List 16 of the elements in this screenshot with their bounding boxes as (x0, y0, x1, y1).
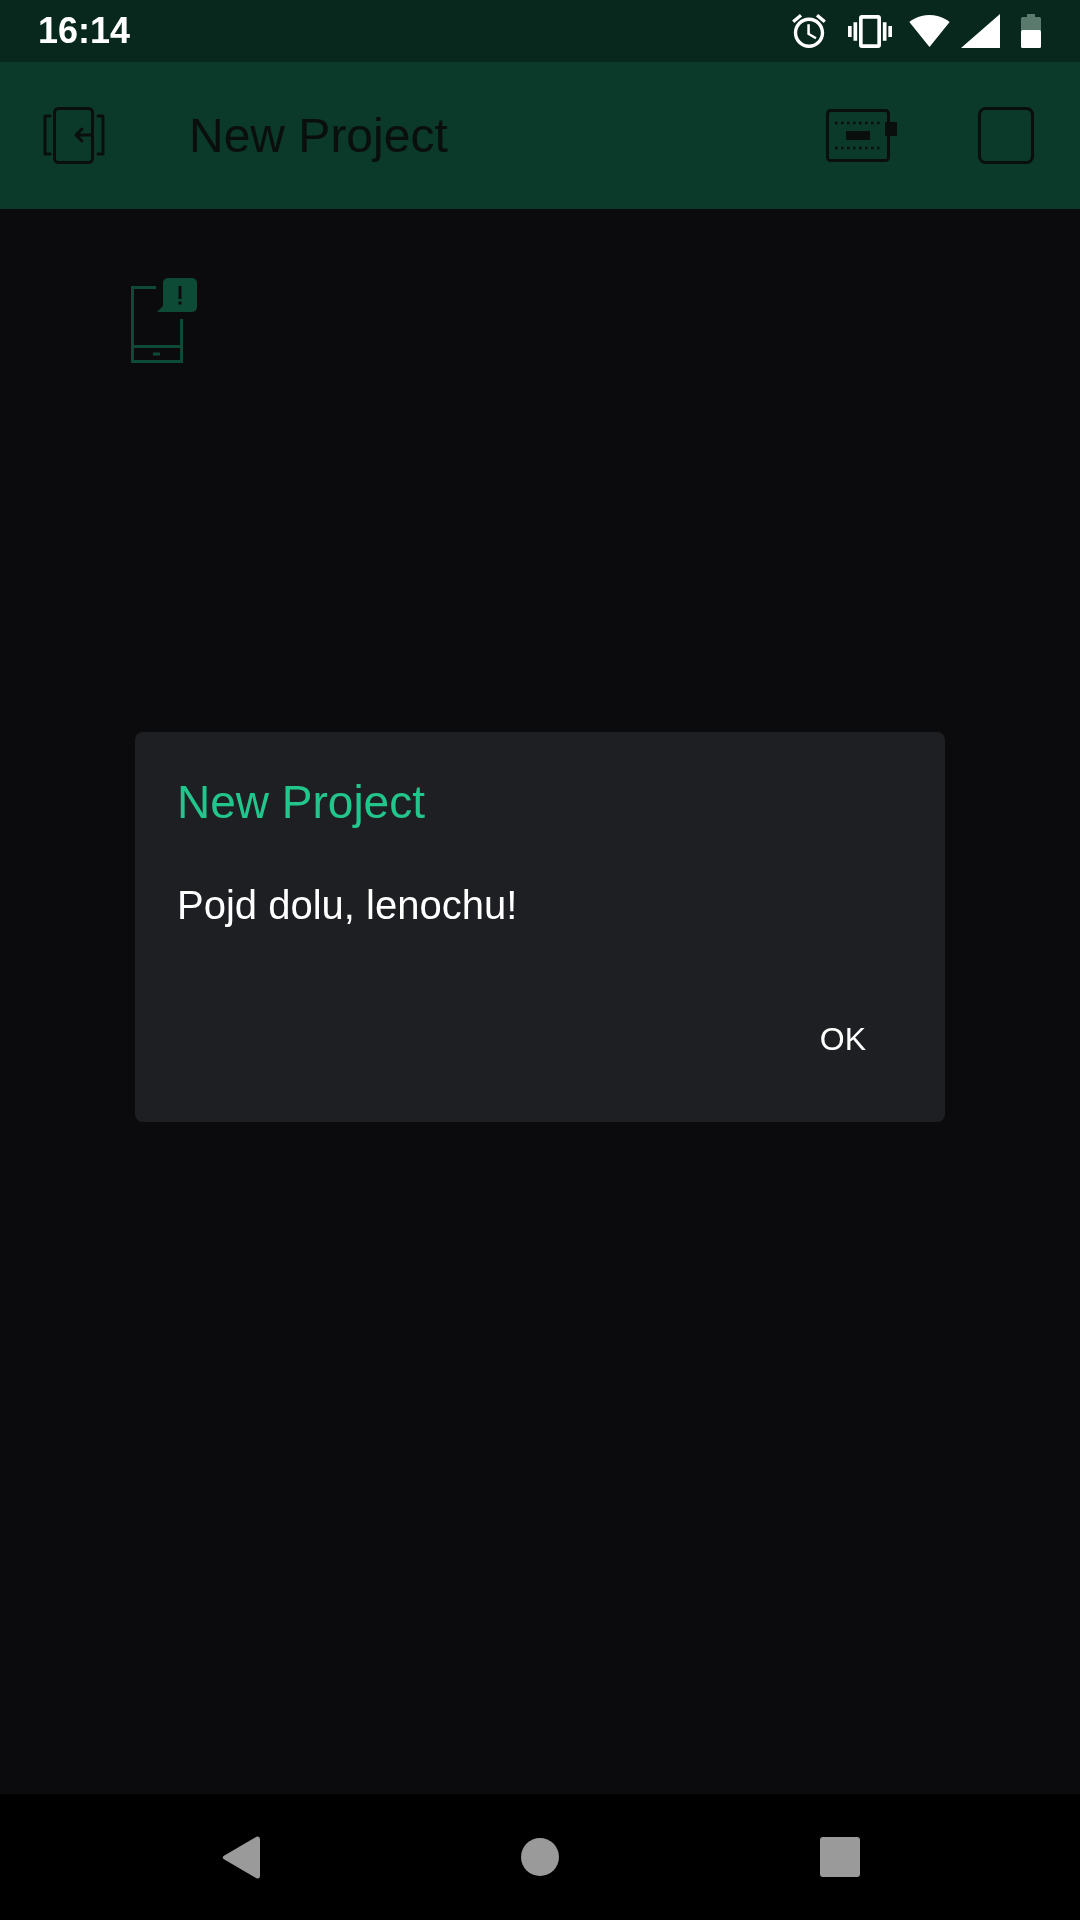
phone-alert-icon[interactable] (131, 278, 197, 363)
dialog-title: New Project (177, 776, 425, 829)
status-time: 16:14 (38, 13, 131, 49)
alarm-clock-icon (792, 14, 826, 48)
home-icon[interactable] (521, 1838, 559, 1876)
recents-icon[interactable] (820, 1837, 860, 1877)
battery-icon (1021, 14, 1041, 48)
circuit-board-icon[interactable] (826, 109, 897, 162)
square-icon[interactable] (978, 107, 1034, 164)
dialog-button[interactable]: OK (799, 1006, 886, 1072)
vibrate-icon (848, 14, 892, 48)
signal-icon (961, 14, 1000, 48)
dialog-message: Pojd dolu, lenochu! (177, 881, 518, 928)
arrow-in-frame-icon[interactable] (43, 107, 105, 164)
back-icon[interactable] (222, 1835, 260, 1879)
wifi-icon (909, 15, 950, 47)
